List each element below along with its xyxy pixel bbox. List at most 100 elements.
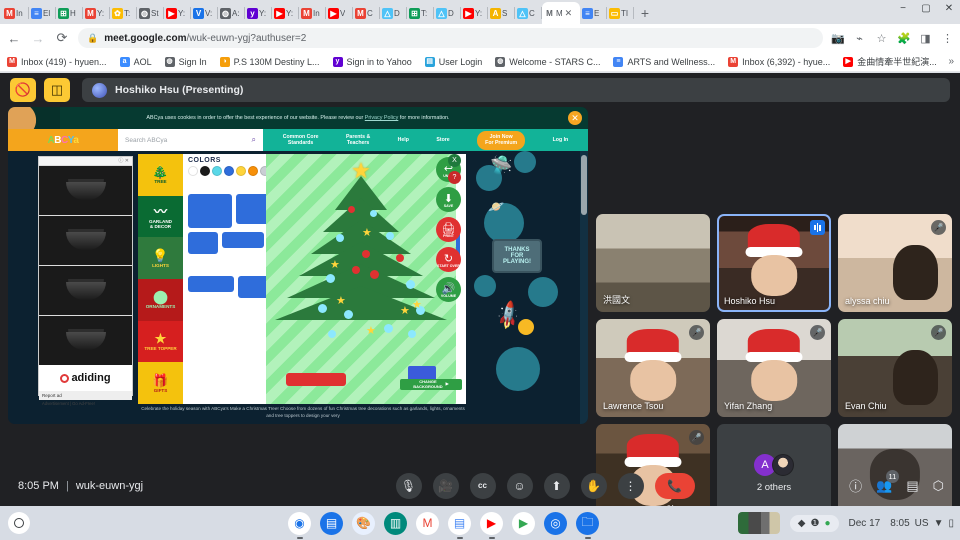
- leave-call-button[interactable]: 📞: [654, 472, 695, 499]
- join-now-button[interactable]: Join Now For Premium: [477, 130, 526, 150]
- color-swatch[interactable]: [224, 166, 234, 176]
- star-ornament[interactable]: ★: [366, 326, 376, 337]
- color-swatch[interactable]: [188, 166, 198, 176]
- activities-button[interactable]: ⬡: [933, 478, 944, 494]
- browser-tab[interactable]: ▭ TI: [607, 2, 634, 24]
- scrollbar-thumb[interactable]: [581, 155, 587, 215]
- gift-item[interactable]: [188, 276, 234, 292]
- star-ornament[interactable]: ★: [412, 300, 422, 311]
- address-bar[interactable]: 🔒 meet.google.com/wuk-euwn-ygj?authuser=…: [78, 28, 823, 48]
- print-button[interactable]: 🖨 PRINT: [436, 217, 461, 242]
- browser-tab[interactable]: y Y:: [245, 2, 272, 24]
- ornament[interactable]: [384, 324, 393, 333]
- date-display[interactable]: Dec 17: [849, 518, 881, 529]
- present-button[interactable]: ⬆: [543, 472, 570, 499]
- browser-tab[interactable]: V V:: [191, 2, 218, 24]
- ornament[interactable]: [386, 232, 394, 240]
- close-icon[interactable]: ✕: [568, 111, 582, 125]
- browser-tab[interactable]: MC: [353, 2, 380, 24]
- participant-tile[interactable]: 洪國文: [596, 214, 710, 312]
- participant-tile[interactable]: 🎤 Lawrence Tsou: [596, 319, 710, 417]
- ornament[interactable]: [348, 206, 355, 213]
- star-ornament[interactable]: ★: [400, 306, 410, 317]
- close-icon[interactable]: ✕: [565, 8, 573, 19]
- color-swatch[interactable]: [212, 166, 222, 176]
- ornament[interactable]: [352, 266, 360, 274]
- star-ornament[interactable]: ★: [336, 296, 346, 307]
- emoji-button[interactable]: ☺: [506, 472, 533, 499]
- search-input[interactable]: Search ABCya ⌕: [118, 129, 263, 151]
- bookmark-item[interactable]: M Inbox (6,392) - hyue...: [728, 56, 830, 67]
- participant-tile[interactable]: 🎤 alyssa chiu: [838, 214, 952, 312]
- ornament[interactable]: [370, 270, 379, 279]
- status-icons[interactable]: ◆ ❶ ●: [789, 514, 839, 532]
- browser-tab[interactable]: M In: [299, 2, 326, 24]
- ornament[interactable]: [370, 210, 377, 217]
- category-garland-decor[interactable]: 〰 GARLAND & DECOR: [138, 195, 183, 238]
- browser-tab[interactable]: M Y:: [83, 2, 110, 24]
- forward-icon[interactable]: →: [30, 31, 46, 46]
- privacy-policy-link[interactable]: Privacy Policy: [365, 115, 399, 121]
- category-lights[interactable]: 💡 LIGHTS: [138, 237, 183, 280]
- ornament[interactable]: [336, 234, 344, 242]
- abcya-nav-link[interactable]: Help: [398, 137, 409, 144]
- close-window-button[interactable]: ✕: [942, 3, 956, 14]
- share-icon[interactable]: ⌁: [853, 32, 866, 45]
- browser-tab[interactable]: AS: [488, 2, 515, 24]
- browser-tab[interactable]: ⊞ T:: [407, 2, 434, 24]
- ornament[interactable]: [396, 254, 404, 262]
- gift-item[interactable]: [188, 232, 218, 254]
- paint-app[interactable]: 🎨: [352, 511, 375, 535]
- pin-layout-icon[interactable]: ◫: [44, 78, 70, 102]
- ornament[interactable]: [326, 274, 335, 283]
- media-cast-icon[interactable]: 📷: [831, 32, 845, 45]
- gmail-app[interactable]: M: [416, 511, 439, 535]
- browser-tab[interactable]: ◍ A:: [218, 2, 245, 24]
- abcya-logo[interactable]: ABCYa: [8, 129, 118, 151]
- participant-tile[interactable]: Hoshiko Hsu: [717, 214, 831, 312]
- bookmark-item[interactable]: ≡ ARTS and Wellness...: [613, 56, 715, 67]
- launcher-circle-icon[interactable]: [8, 512, 30, 534]
- side-panel-icon[interactable]: ◨: [919, 32, 932, 45]
- star-ornament[interactable]: ★: [330, 260, 340, 271]
- stop-presenting-icon[interactable]: 🚫: [10, 78, 36, 102]
- star-ornament[interactable]: ★: [362, 228, 372, 239]
- tree-canvas[interactable]: ★ ★ ★ ★ ★ ★ ★: [266, 154, 456, 404]
- gift-red[interactable]: [286, 373, 346, 386]
- volume-button[interactable]: 🔊 VOLUME: [436, 277, 461, 302]
- category-tree[interactable]: 🎄 TREE: [138, 154, 183, 196]
- extensions-icon[interactable]: 🧩: [897, 32, 911, 45]
- gift-item[interactable]: [188, 194, 232, 228]
- start-over-button[interactable]: ↻ START OVER: [436, 247, 461, 272]
- reload-icon[interactable]: ⟳: [54, 30, 70, 46]
- play-store-app[interactable]: ▶: [512, 511, 535, 535]
- news-app[interactable]: ▥: [384, 511, 407, 535]
- color-swatch[interactable]: [200, 166, 210, 176]
- wallpaper-preview[interactable]: [737, 512, 780, 534]
- people-button[interactable]: 👥 11: [876, 469, 900, 494]
- chat-button[interactable]: ▤: [906, 478, 918, 494]
- bookmark-item[interactable]: ▤ User Login: [424, 56, 482, 67]
- help-button[interactable]: ?: [448, 171, 461, 184]
- more-options-button[interactable]: ⋮: [617, 472, 644, 499]
- bookmark-item[interactable]: y Sign in to Yahoo: [332, 56, 412, 67]
- browser-tab[interactable]: ≡ E: [580, 2, 607, 24]
- kebab-menu-icon[interactable]: ⋮: [941, 32, 954, 45]
- browser-tab[interactable]: △ D: [434, 2, 461, 24]
- browser-tab[interactable]: ▶ Y:: [272, 2, 299, 24]
- category-tree-topper[interactable]: ★ TREE TOPPER: [138, 320, 183, 363]
- meeting-details-button[interactable]: ⓘ: [849, 476, 862, 495]
- change-background-button[interactable]: CHANGE BACKGROUND ▶: [400, 379, 462, 390]
- gift-item[interactable]: [222, 232, 264, 248]
- ornament[interactable]: [362, 250, 370, 258]
- browser-tab[interactable]: ▶ Y:: [461, 2, 488, 24]
- category-ornaments[interactable]: ⬤ ORNAMENTS: [138, 279, 183, 321]
- new-tab-button[interactable]: +: [634, 2, 656, 24]
- log-in-button[interactable]: Log In: [553, 137, 569, 144]
- advertisement[interactable]: ⓘ ✕ adiding Report ad Advertisement | Go…: [38, 156, 133, 406]
- page-scrollbar[interactable]: [580, 151, 588, 424]
- minimize-button[interactable]: −: [896, 3, 910, 14]
- browser-tab[interactable]: ▶ Y:: [164, 2, 191, 24]
- abcya-nav-link[interactable]: Store: [436, 137, 449, 144]
- browser-tab[interactable]: ⊞ H: [56, 2, 83, 24]
